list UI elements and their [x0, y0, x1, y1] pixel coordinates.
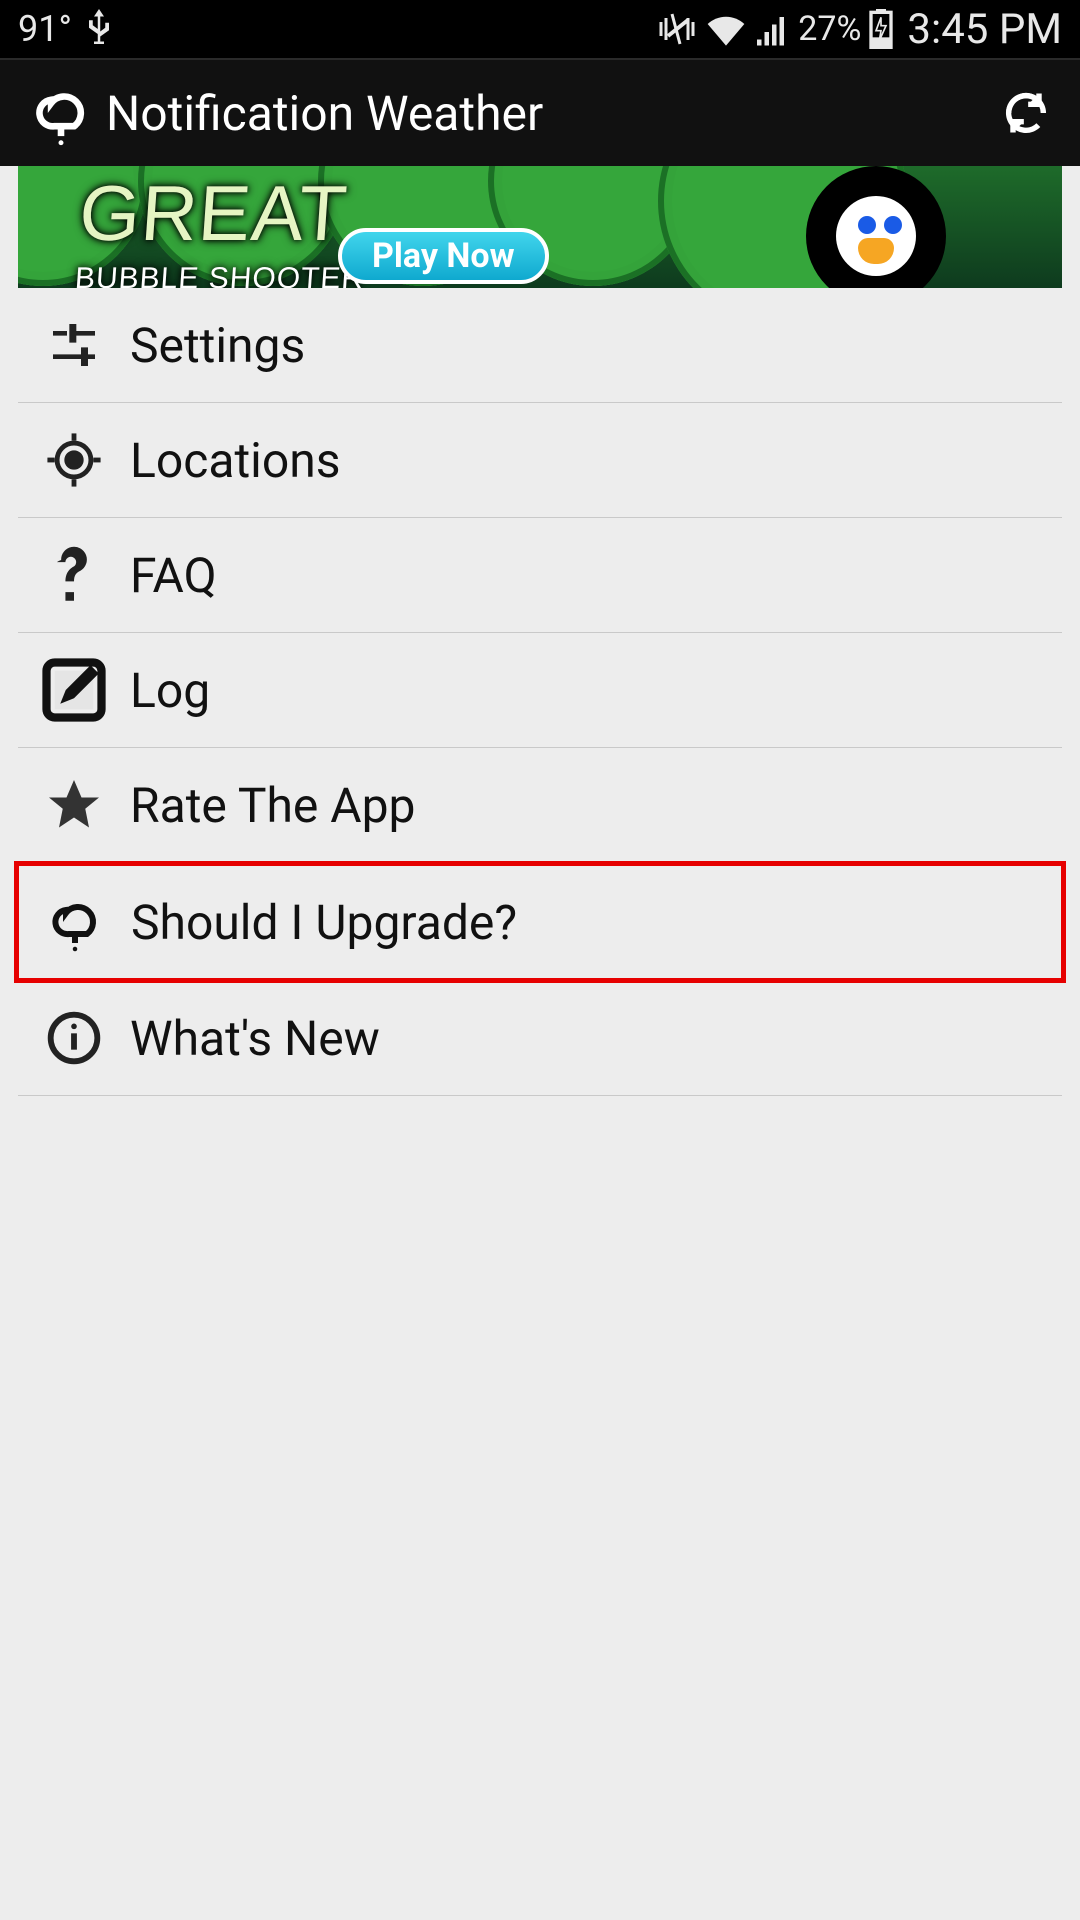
usb-icon — [84, 9, 114, 49]
location-icon — [18, 431, 130, 489]
menu-label: Rate The App — [130, 777, 415, 834]
battery-percent: 27% — [798, 9, 861, 49]
ad-title-line1: GREAT — [77, 176, 371, 250]
ad-title-line2: BUBBLE SHOOTER — [74, 262, 365, 288]
menu-label: Settings — [130, 317, 305, 374]
menu-label: FAQ — [130, 547, 217, 604]
info-icon — [18, 1010, 130, 1066]
highlight-box: Should I Upgrade? — [14, 861, 1066, 983]
menu-label: What's New — [130, 1010, 380, 1067]
menu-item-locations[interactable]: Locations — [18, 403, 1062, 518]
app-bar: Notification Weather — [0, 58, 1080, 166]
edit-icon — [18, 657, 130, 723]
menu-label: Locations — [130, 432, 341, 489]
menu-item-settings[interactable]: Settings — [18, 288, 1062, 403]
play-now-button[interactable]: Play Now — [338, 228, 549, 284]
status-right: 27% 3:45 PM — [658, 5, 1062, 54]
menu-item-rate[interactable]: Rate The App — [18, 748, 1062, 863]
menu-list: Settings Locations FAQ Log Rate The App — [18, 288, 1062, 1096]
sliders-icon — [18, 317, 130, 373]
ad-banner[interactable]: GREAT BUBBLE SHOOTER Play Now — [18, 166, 1062, 288]
ad-title: GREAT BUBBLE SHOOTER — [74, 176, 371, 288]
menu-label: Should I Upgrade? — [131, 894, 517, 951]
temperature-indicator: 91° — [18, 8, 72, 50]
star-icon — [18, 775, 130, 835]
app-title: Notification Weather — [106, 85, 994, 142]
status-left: 91° — [18, 8, 114, 50]
cloud-alert-icon — [19, 892, 131, 952]
menu-item-log[interactable]: Log — [18, 633, 1062, 748]
refresh-button[interactable] — [994, 81, 1058, 145]
signal-icon — [754, 12, 790, 46]
status-bar: 91° 27% 3:45 PM — [0, 0, 1080, 58]
app-logo-icon — [22, 80, 100, 146]
vibrate-icon — [658, 12, 698, 46]
menu-item-faq[interactable]: FAQ — [18, 518, 1062, 633]
clock: 3:45 PM — [907, 5, 1062, 54]
menu-item-whats-new[interactable]: What's New — [18, 981, 1062, 1096]
battery-icon — [869, 9, 893, 49]
menu-label: Log — [130, 662, 210, 719]
question-icon — [18, 545, 130, 605]
wifi-icon — [706, 12, 746, 46]
menu-item-upgrade[interactable]: Should I Upgrade? — [19, 866, 1061, 978]
